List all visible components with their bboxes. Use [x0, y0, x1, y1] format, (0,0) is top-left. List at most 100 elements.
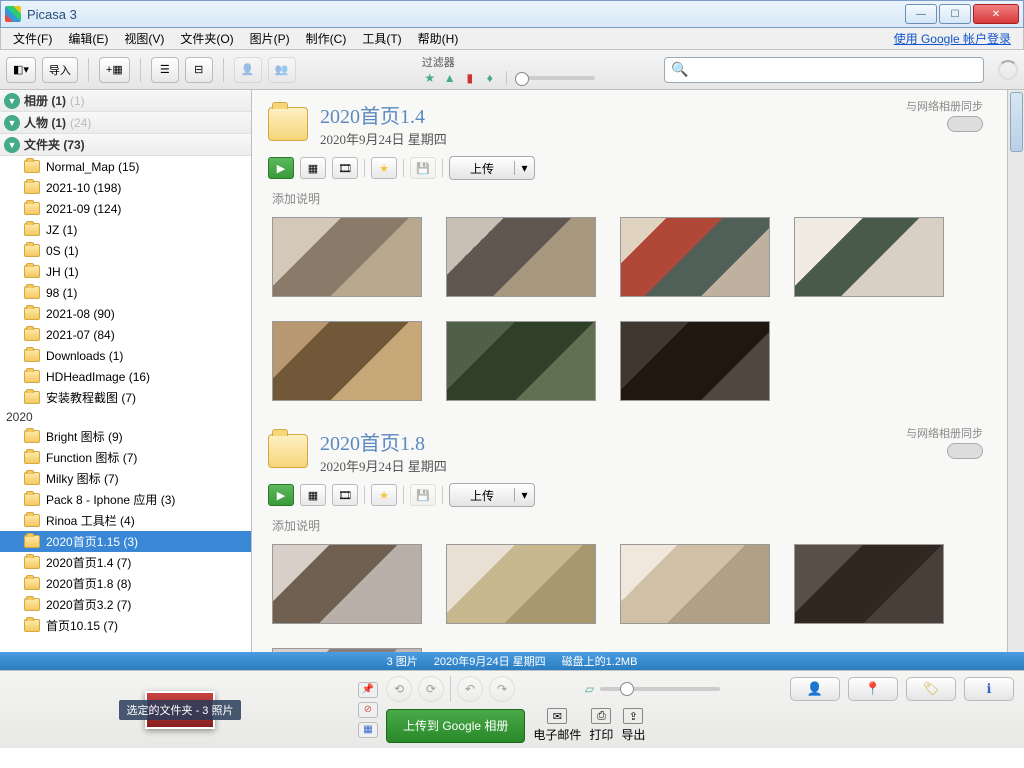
- thumbnail[interactable]: [272, 648, 422, 652]
- rotate-ccw-button[interactable]: ⟲: [386, 676, 412, 702]
- folder-icon: [24, 202, 40, 215]
- filter-date-slider[interactable]: [515, 76, 595, 80]
- upload-dropdown[interactable]: 上传▾: [449, 156, 535, 180]
- sidebar-folder[interactable]: Downloads (1): [0, 345, 251, 366]
- thumbnail[interactable]: [620, 544, 770, 624]
- tree-view-button[interactable]: ⊟: [185, 57, 213, 83]
- menu-edit[interactable]: 编辑(E): [60, 28, 116, 49]
- sidebar-folder[interactable]: 98 (1): [0, 282, 251, 303]
- menu-view[interactable]: 视图(V): [116, 28, 172, 49]
- filter-person-icon[interactable]: ▲: [442, 70, 458, 86]
- vertical-scrollbar[interactable]: [1007, 90, 1024, 652]
- sidebar-folder[interactable]: 2021-07 (84): [0, 324, 251, 345]
- thumbnail[interactable]: [794, 217, 944, 297]
- search-input[interactable]: 🔍: [664, 57, 984, 83]
- album-toolbar: ▶ ▦ 🎞 ★ 💾 上传▾: [252, 479, 1007, 515]
- maximize-button[interactable]: ☐: [939, 4, 971, 24]
- movie-button[interactable]: 🎞: [332, 157, 358, 179]
- album-caption[interactable]: 添加说明: [252, 515, 1007, 540]
- sidebar-folder[interactable]: 2020首页1.8 (8): [0, 573, 251, 594]
- collage-button[interactable]: ▦: [300, 484, 326, 506]
- google-login-link[interactable]: 使用 Google 帐户登录: [886, 28, 1019, 49]
- undo-button[interactable]: ↶: [457, 676, 483, 702]
- people-button[interactable]: 👤: [234, 57, 262, 83]
- save-button[interactable]: 💾: [410, 157, 436, 179]
- thumbnail[interactable]: [446, 544, 596, 624]
- thumbnail[interactable]: [272, 544, 422, 624]
- sidebar-folder[interactable]: 首页10.15 (7): [0, 615, 251, 636]
- filter-geo-icon[interactable]: ▮: [462, 70, 478, 86]
- info-button[interactable]: ℹ: [964, 677, 1014, 701]
- sidebar-folder[interactable]: JZ (1): [0, 219, 251, 240]
- back-dropdown-button[interactable]: ◧▾: [6, 57, 36, 83]
- thumbnail[interactable]: [794, 544, 944, 624]
- tray-clear-button[interactable]: ⊘: [358, 702, 378, 718]
- thumbnail[interactable]: [272, 321, 422, 401]
- sidebar-folder[interactable]: JH (1): [0, 261, 251, 282]
- menu-help[interactable]: 帮助(H): [410, 28, 467, 49]
- thumbnail[interactable]: [446, 217, 596, 297]
- album-caption[interactable]: 添加说明: [252, 188, 1007, 213]
- close-button[interactable]: ✕: [973, 4, 1019, 24]
- redo-button[interactable]: ↷: [489, 676, 515, 702]
- menu-picture[interactable]: 图片(P): [242, 28, 298, 49]
- sidebar-folder[interactable]: 2021-08 (90): [0, 303, 251, 324]
- play-slideshow-button[interactable]: ▶: [268, 157, 294, 179]
- tray-add-button[interactable]: ▦: [358, 722, 378, 738]
- sidebar-folder[interactable]: 2021-09 (124): [0, 198, 251, 219]
- album-title[interactable]: 2020首页1.4: [320, 100, 447, 129]
- minimize-button[interactable]: —: [905, 4, 937, 24]
- sidebar-folder[interactable]: 安装教程截图 (7): [0, 387, 251, 408]
- email-button[interactable]: ✉ 电子邮件: [533, 708, 581, 743]
- sidebar-folder[interactable]: HDHeadImage (16): [0, 366, 251, 387]
- filter-tag-icon[interactable]: ♦: [482, 70, 498, 86]
- tray-pin-button[interactable]: 📌: [358, 682, 378, 698]
- sidebar-folder[interactable]: 2020首页1.15 (3): [0, 531, 251, 552]
- people-group-button[interactable]: 👥: [268, 57, 296, 83]
- upload-google-button[interactable]: 上传到 Google 相册: [386, 709, 525, 743]
- zoom-control[interactable]: ▱: [585, 682, 720, 696]
- sync-toggle[interactable]: [947, 116, 983, 132]
- import-button[interactable]: 导入: [42, 57, 78, 83]
- print-button[interactable]: ⎙ 打印: [589, 708, 613, 743]
- sidebar-folder[interactable]: 2021-10 (198): [0, 177, 251, 198]
- sidebar-folder[interactable]: 0S (1): [0, 240, 251, 261]
- sidebar-folder[interactable]: 2020首页1.4 (7): [0, 552, 251, 573]
- photo-tray[interactable]: 选定的文件夹 - 3 照片: [10, 679, 350, 741]
- sidebar-category-folders[interactable]: ▼ 文件夹 (73): [0, 134, 251, 156]
- new-album-button[interactable]: +▦: [99, 57, 130, 83]
- filter-star-icon[interactable]: ★: [422, 70, 438, 86]
- tag-person-button[interactable]: 👤: [790, 677, 840, 701]
- sidebar-folder[interactable]: Bright 图标 (9): [0, 426, 251, 447]
- album-title[interactable]: 2020首页1.8: [320, 427, 447, 456]
- sidebar-folder[interactable]: Milky 图标 (7): [0, 468, 251, 489]
- menu-file[interactable]: 文件(F): [5, 28, 60, 49]
- thumbnail[interactable]: [272, 217, 422, 297]
- thumbnail[interactable]: [620, 321, 770, 401]
- star-button[interactable]: ★: [371, 484, 397, 506]
- list-view-button[interactable]: ☰: [151, 57, 179, 83]
- geotag-button[interactable]: 📍: [848, 677, 898, 701]
- play-slideshow-button[interactable]: ▶: [268, 484, 294, 506]
- thumbnail[interactable]: [620, 217, 770, 297]
- sidebar-folder[interactable]: Pack 8 - Iphone 应用 (3): [0, 489, 251, 510]
- sidebar-category-albums[interactable]: ▼ 相册 (1) (1): [0, 90, 251, 112]
- menu-create[interactable]: 制作(C): [298, 28, 355, 49]
- sidebar-category-people[interactable]: ▼ 人物 (1) (24): [0, 112, 251, 134]
- star-button[interactable]: ★: [371, 157, 397, 179]
- sidebar-folder[interactable]: Normal_Map (15): [0, 156, 251, 177]
- movie-button[interactable]: 🎞: [332, 484, 358, 506]
- collage-button[interactable]: ▦: [300, 157, 326, 179]
- upload-dropdown[interactable]: 上传▾: [449, 483, 535, 507]
- sidebar-folder[interactable]: Function 图标 (7): [0, 447, 251, 468]
- tag-button[interactable]: 🏷: [906, 677, 956, 701]
- sidebar-folder[interactable]: 2020首页3.2 (7): [0, 594, 251, 615]
- export-button[interactable]: ⇪ 导出: [621, 708, 645, 743]
- thumbnail[interactable]: [446, 321, 596, 401]
- sidebar-folder[interactable]: Rinoa 工具栏 (4): [0, 510, 251, 531]
- sync-toggle[interactable]: [947, 443, 983, 459]
- menu-folder[interactable]: 文件夹(O): [172, 28, 241, 49]
- save-button[interactable]: 💾: [410, 484, 436, 506]
- rotate-cw-button[interactable]: ⟳: [418, 676, 444, 702]
- menu-tools[interactable]: 工具(T): [354, 28, 409, 49]
